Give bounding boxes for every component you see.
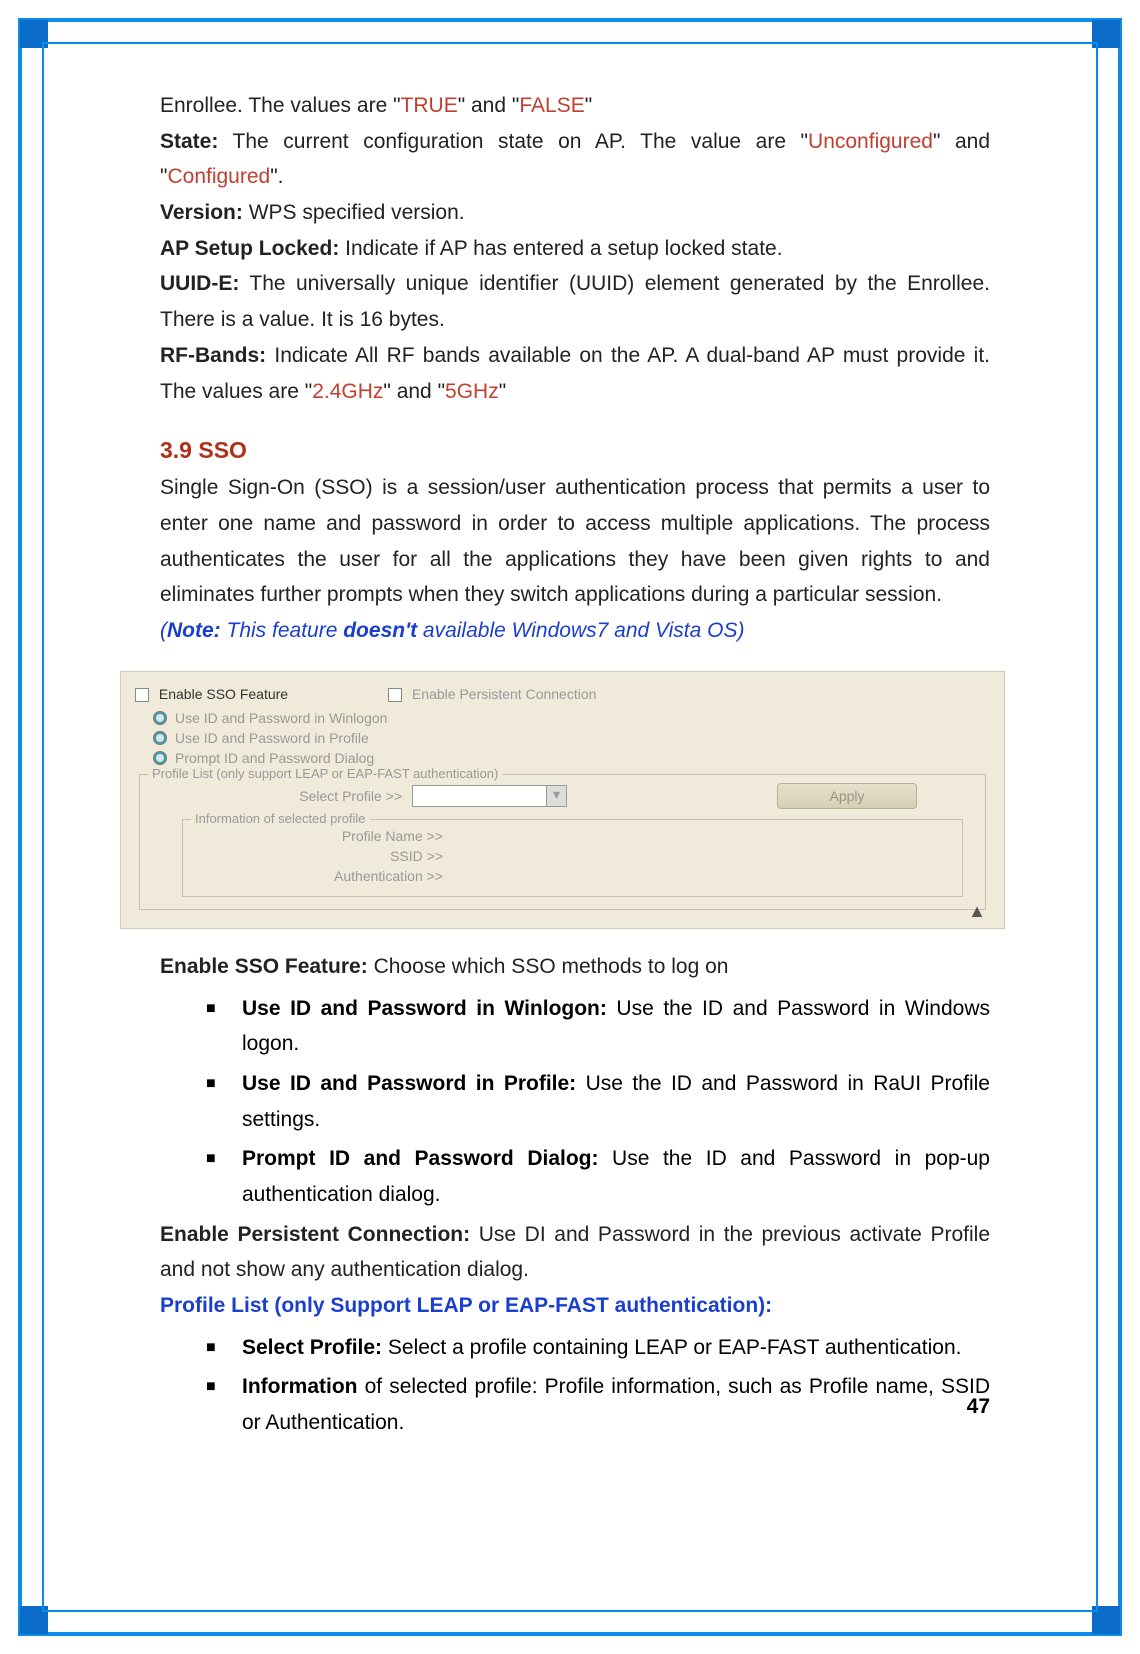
enable-persistent-label: Enable Persistent Connection (412, 686, 596, 702)
label-enable-persistent: Enable Persistent Connection: (160, 1223, 470, 1246)
bullet-label: Select Profile: (242, 1336, 382, 1359)
bullet-list-profile: Select Profile: Select a profile contain… (206, 1330, 990, 1441)
label-apsetup: AP Setup Locked: (160, 237, 339, 260)
radio-icon (153, 711, 167, 725)
enable-persistent-checkbox-group[interactable]: Enable Persistent Connection (388, 686, 596, 702)
note-doesnt: doesn't (343, 619, 417, 642)
list-item: Information of selected profile: Profile… (206, 1369, 990, 1440)
authentication-label: Authentication >> (193, 868, 453, 884)
collapse-arrow-icon[interactable]: ▲ (968, 901, 986, 922)
paragraph-enable-persistent: Enable Persistent Connection: Use DI and… (160, 1217, 990, 1288)
radio-icon (153, 751, 167, 765)
apply-button[interactable]: Apply (777, 783, 917, 809)
select-profile-row: Select Profile >> ▾ Apply (152, 783, 973, 809)
note-label: Note: (167, 619, 221, 642)
text: Enrollee. The values are " (160, 94, 401, 117)
label-version: Version: (160, 201, 243, 224)
text: The current configuration state on AP. T… (218, 130, 808, 153)
note-line: (Note: This feature doesn't available Wi… (160, 613, 990, 649)
bullet-label: Use ID and Password in Profile: (242, 1072, 576, 1095)
paragraph-version: Version: WPS specified version. (160, 195, 990, 231)
text: Indicate All RF bands available on the A… (160, 344, 990, 403)
enable-sso-checkbox-group[interactable]: Enable SSO Feature (135, 686, 288, 702)
text: Choose which SSO methods to log on (368, 955, 729, 978)
radio-label: Use ID and Password in Winlogon (175, 710, 387, 726)
text: ( (160, 619, 167, 642)
information-fieldset: Information of selected profile Profile … (182, 819, 963, 897)
text: " and " (383, 380, 445, 403)
bullet-list-sso-methods: Use ID and Password in Winlogon: Use the… (206, 991, 990, 1213)
text: The universally unique identifier (UUID)… (160, 272, 990, 331)
paragraph-enable-sso: Enable SSO Feature: Choose which SSO met… (160, 949, 990, 985)
bullet-label: Prompt ID and Password Dialog: (242, 1147, 598, 1170)
profile-name-label: Profile Name >> (193, 828, 453, 844)
label-uuid: UUID-E: (160, 272, 239, 295)
select-profile-label: Select Profile >> (152, 788, 412, 804)
page-content: Enrollee. The values are "TRUE" and "FAL… (160, 88, 990, 1445)
paragraph-sso-description: Single Sign-On (SSO) is a session/user a… (160, 470, 990, 613)
paragraph-rfbands: RF-Bands: Indicate All RF bands availabl… (160, 338, 990, 409)
list-item: Select Profile: Select a profile contain… (206, 1330, 990, 1366)
radio-option-profile[interactable]: Use ID and Password in Profile (153, 730, 990, 746)
profile-list-fieldset: Profile List (only support LEAP or EAP-F… (139, 774, 986, 910)
text: ". (270, 165, 283, 188)
label-state: State: (160, 130, 218, 153)
inner-legend: Information of selected profile (191, 811, 370, 826)
list-item: Use ID and Password in Winlogon: Use the… (206, 991, 990, 1062)
ssid-label: SSID >> (193, 848, 453, 864)
sso-config-panel: Enable SSO Feature Enable Persistent Con… (120, 671, 1005, 929)
profile-list-heading: Profile List (only Support LEAP or EAP-F… (160, 1288, 990, 1324)
bullet-label: Information (242, 1375, 358, 1398)
list-item: Prompt ID and Password Dialog: Use the I… (206, 1141, 990, 1212)
text: WPS specified version. (243, 201, 465, 224)
paragraph-uuid: UUID-E: The universally unique identifie… (160, 266, 990, 337)
text: Indicate if AP has entered a setup locke… (339, 237, 782, 260)
checkbox-icon (388, 688, 402, 702)
label-rfbands: RF-Bands: (160, 344, 266, 367)
panel-header-row: Enable SSO Feature Enable Persistent Con… (135, 686, 990, 702)
section-heading-sso: 3.9 SSO (160, 437, 990, 464)
text: " and " (458, 94, 520, 117)
enable-sso-label: Enable SSO Feature (159, 686, 288, 702)
paragraph-enrollee: Enrollee. The values are "TRUE" and "FAL… (160, 88, 990, 124)
checkbox-icon (135, 688, 149, 702)
value-unconfigured: Unconfigured (808, 130, 933, 153)
paragraph-state: State: The current configuration state o… (160, 124, 990, 195)
radio-option-prompt[interactable]: Prompt ID and Password Dialog (153, 750, 990, 766)
select-profile-dropdown[interactable]: ▾ (412, 785, 567, 807)
chevron-down-icon: ▾ (546, 786, 566, 806)
value-true: TRUE (401, 94, 458, 117)
page-number: 47 (967, 1395, 990, 1419)
label-enable-sso: Enable SSO Feature: (160, 955, 368, 978)
paragraph-apsetup: AP Setup Locked: Indicate if AP has ente… (160, 231, 990, 267)
value-false: FALSE (519, 94, 584, 117)
text: " (585, 94, 592, 117)
value-5ghz: 5GHz (445, 380, 499, 403)
fieldset-legend: Profile List (only support LEAP or EAP-F… (148, 766, 502, 781)
text: " (499, 380, 506, 403)
bullet-label: Use ID and Password in Winlogon: (242, 997, 607, 1020)
radio-option-winlogon[interactable]: Use ID and Password in Winlogon (153, 710, 990, 726)
value-2-4ghz: 2.4GHz (312, 380, 383, 403)
radio-label: Prompt ID and Password Dialog (175, 750, 374, 766)
bullet-text: Select a profile containing LEAP or EAP-… (382, 1336, 961, 1359)
text: available Windows7 and Vista OS) (417, 619, 744, 642)
text: This feature (221, 619, 344, 642)
list-item: Use ID and Password in Profile: Use the … (206, 1066, 990, 1137)
value-configured: Configured (167, 165, 270, 188)
radio-icon (153, 731, 167, 745)
radio-label: Use ID and Password in Profile (175, 730, 369, 746)
